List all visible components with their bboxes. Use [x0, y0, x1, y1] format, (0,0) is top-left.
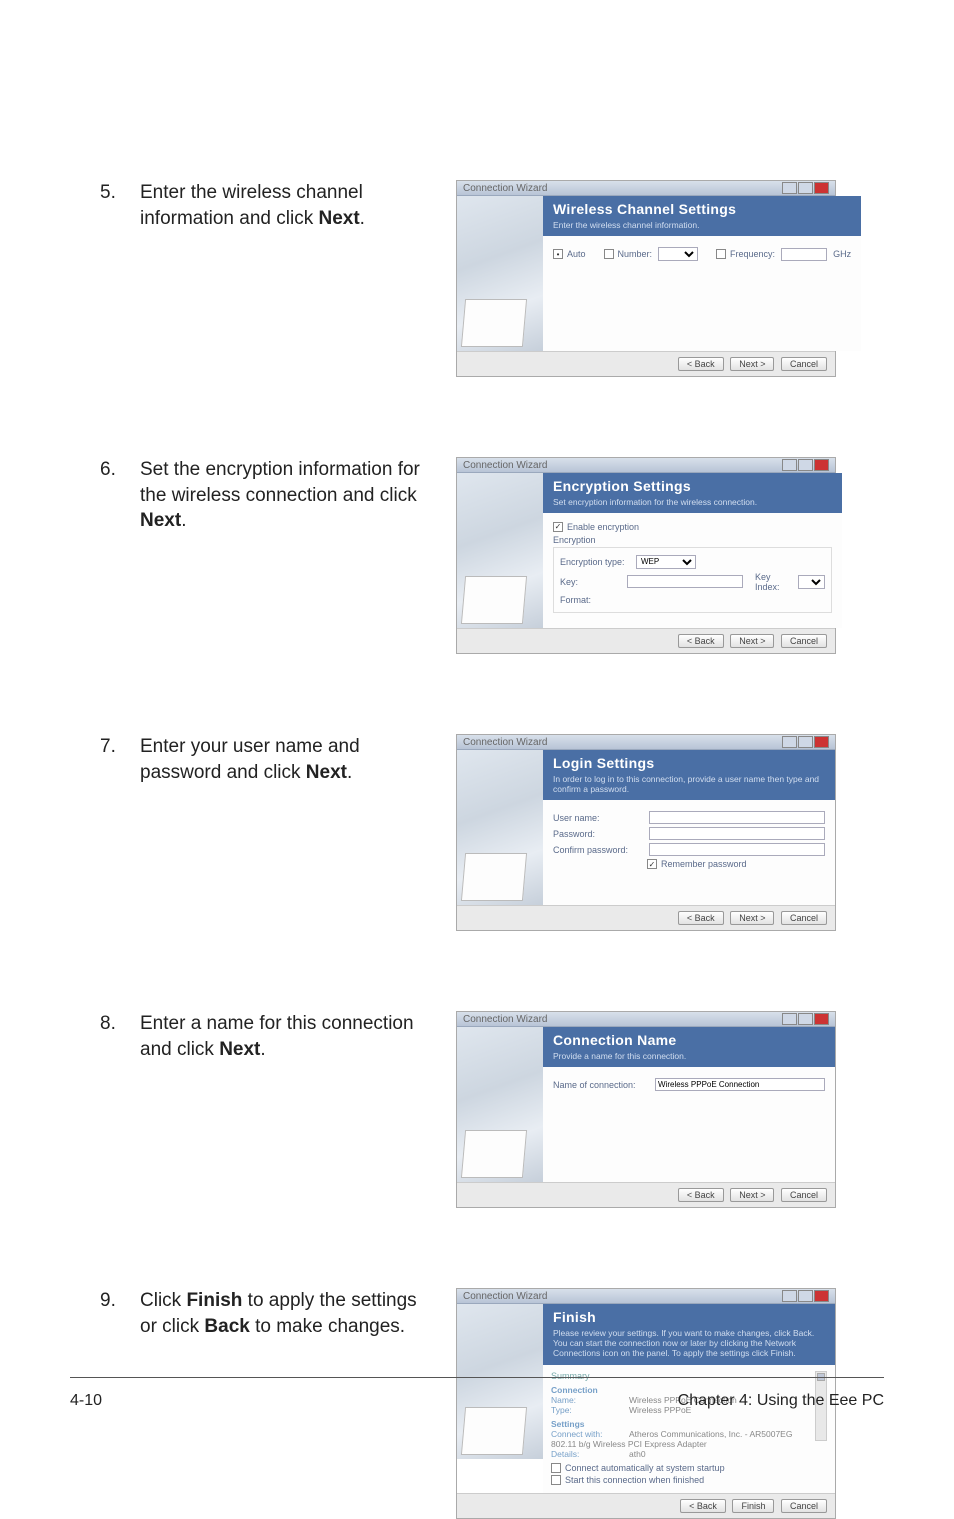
wizard-sidebar-graphic	[457, 1304, 543, 1459]
remember-password-checkbox[interactable]: ✓Remember password	[647, 859, 747, 869]
close-icon[interactable]	[814, 736, 829, 748]
username-input[interactable]	[649, 811, 825, 824]
enc-type-label: Encryption type:	[560, 557, 630, 567]
chapter-label: Chapter 4: Using the Eee PC	[678, 1392, 884, 1410]
enc-type-select[interactable]: WEP	[636, 555, 696, 569]
next-button[interactable]: Next >	[730, 911, 774, 925]
key-index-label: Key Index:	[755, 572, 792, 592]
panel-subtext: In order to log in to this connection, p…	[543, 774, 835, 800]
step-text: Set the encryption information for the w…	[140, 457, 430, 534]
next-button[interactable]: Next >	[730, 634, 774, 648]
footer-divider	[70, 1377, 884, 1378]
cancel-button[interactable]: Cancel	[781, 1499, 827, 1513]
wizard-dialog-channel: Connection Wizard Wireless Channel Setti…	[456, 180, 836, 377]
details-value: ath0	[629, 1449, 646, 1459]
wizard-dialog-encryption: Connection Wizard Encryption Settings Se…	[456, 457, 836, 654]
step-number: 9.	[100, 1288, 122, 1339]
step-number: 5.	[100, 180, 122, 231]
maximize-icon[interactable]	[798, 182, 813, 194]
wizard-sidebar-graphic	[457, 473, 543, 628]
step-number: 6.	[100, 457, 122, 534]
page-number: 4-10	[70, 1392, 102, 1410]
back-button[interactable]: < Back	[678, 634, 724, 648]
step-number: 7.	[100, 734, 122, 785]
settings-heading: Settings	[551, 1419, 827, 1429]
panel-subtext: Enter the wireless channel information.	[543, 220, 861, 236]
password-label: Password:	[553, 829, 643, 839]
frequency-radio[interactable]: Frequency:	[716, 249, 775, 259]
cancel-button[interactable]: Cancel	[781, 634, 827, 648]
cancel-button[interactable]: Cancel	[781, 1188, 827, 1202]
key-index-select[interactable]	[798, 575, 824, 589]
panel-subtext: Provide a name for this connection.	[543, 1051, 835, 1067]
wizard-sidebar-graphic	[457, 196, 543, 351]
next-button[interactable]: Next >	[730, 1188, 774, 1202]
minimize-icon[interactable]	[782, 1290, 797, 1302]
wizard-dialog-login: Connection Wizard Login Settings In orde…	[456, 734, 836, 931]
window-title: Connection Wizard	[463, 737, 547, 748]
panel-heading: Finish	[543, 1304, 835, 1328]
window-title: Connection Wizard	[463, 460, 547, 471]
next-button[interactable]: Next >	[730, 357, 774, 371]
minimize-icon[interactable]	[782, 1013, 797, 1025]
connection-name-input[interactable]	[655, 1078, 825, 1091]
details-key: Details:	[551, 1449, 629, 1459]
step-number: 8.	[100, 1011, 122, 1062]
start-when-finished-checkbox[interactable]: Start this connection when finished	[551, 1475, 704, 1485]
cancel-button[interactable]: Cancel	[781, 911, 827, 925]
cancel-button[interactable]: Cancel	[781, 357, 827, 371]
confirm-password-input[interactable]	[649, 843, 825, 856]
minimize-icon[interactable]	[782, 182, 797, 194]
maximize-icon[interactable]	[798, 736, 813, 748]
auto-radio[interactable]: •Auto	[553, 249, 586, 259]
maximize-icon[interactable]	[798, 1013, 813, 1025]
panel-heading: Connection Name	[543, 1027, 835, 1051]
format-label: Format:	[560, 595, 630, 605]
window-title: Connection Wizard	[463, 1291, 547, 1302]
finish-button[interactable]: Finish	[732, 1499, 774, 1513]
step-text: Enter your user name and password and cl…	[140, 734, 430, 785]
key-label: Key:	[560, 577, 621, 587]
minimize-icon[interactable]	[782, 736, 797, 748]
ghz-label: GHz	[833, 249, 851, 259]
step-text: Enter the wireless channel information a…	[140, 180, 430, 231]
password-input[interactable]	[649, 827, 825, 840]
wizard-dialog-connection-name: Connection Wizard Connection Name Provid…	[456, 1011, 836, 1208]
close-icon[interactable]	[814, 1290, 829, 1302]
wizard-sidebar-graphic	[457, 750, 543, 905]
key-input[interactable]	[627, 575, 743, 588]
panel-subtext: Please review your settings. If you want…	[543, 1328, 835, 1365]
close-icon[interactable]	[814, 182, 829, 194]
confirm-password-label: Confirm password:	[553, 845, 643, 855]
channel-number-select[interactable]	[658, 247, 698, 261]
frequency-input[interactable]	[781, 248, 827, 261]
close-icon[interactable]	[814, 1013, 829, 1025]
back-button[interactable]: < Back	[680, 1499, 726, 1513]
minimize-icon[interactable]	[782, 459, 797, 471]
encryption-group-label: Encryption	[553, 535, 832, 545]
panel-heading: Login Settings	[543, 750, 835, 774]
username-label: User name:	[553, 813, 643, 823]
panel-heading: Encryption Settings	[543, 473, 842, 497]
window-title: Connection Wizard	[463, 1014, 547, 1025]
back-button[interactable]: < Back	[678, 1188, 724, 1202]
number-radio[interactable]: Number:	[604, 249, 653, 259]
panel-subtext: Set encryption information for the wirel…	[543, 497, 842, 513]
wizard-sidebar-graphic	[457, 1027, 543, 1182]
maximize-icon[interactable]	[798, 1290, 813, 1302]
close-icon[interactable]	[814, 459, 829, 471]
panel-heading: Wireless Channel Settings	[543, 196, 861, 220]
step-text: Click Finish to apply the settings or cl…	[140, 1288, 430, 1339]
connection-name-label: Name of connection:	[553, 1080, 649, 1090]
maximize-icon[interactable]	[798, 459, 813, 471]
window-title: Connection Wizard	[463, 183, 547, 194]
enable-encryption-checkbox[interactable]: ✓Enable encryption	[553, 522, 639, 532]
summary-label: Summary	[551, 1371, 827, 1381]
back-button[interactable]: < Back	[678, 911, 724, 925]
connect-auto-checkbox[interactable]: Connect automatically at system startup	[551, 1463, 725, 1473]
connect-with-key: Connect with:	[551, 1429, 629, 1439]
back-button[interactable]: < Back	[678, 357, 724, 371]
step-text: Enter a name for this connection and cli…	[140, 1011, 430, 1062]
